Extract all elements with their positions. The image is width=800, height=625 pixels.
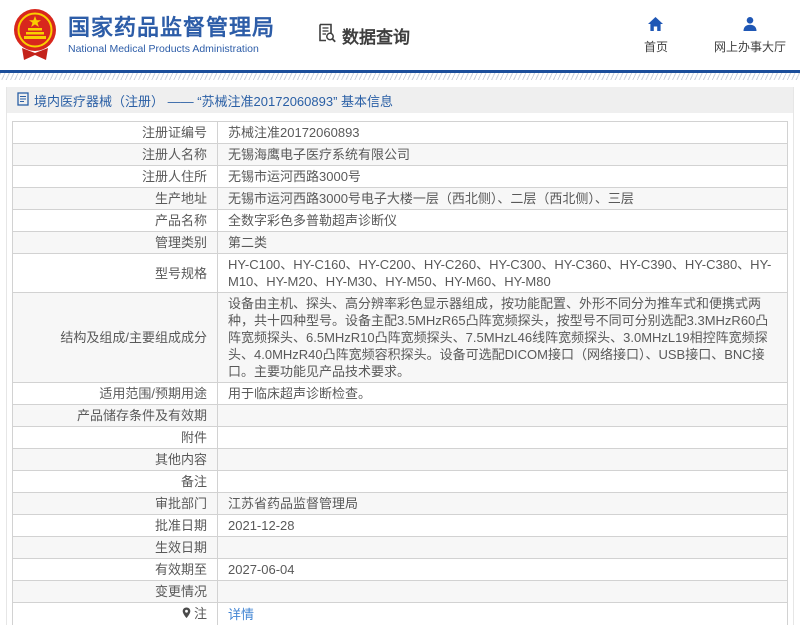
document-search-icon [317, 23, 337, 48]
breadcrumb: 境内医疗器械（注册） —— “苏械注准20172060893” 基本信息 [7, 87, 793, 113]
top-nav: 首页 网上办事大厅 [598, 15, 786, 55]
table-row: 结构及组成/主要组成成分设备由主机、探头、高分辨率彩色显示器组成，按功能配置、外… [13, 293, 788, 383]
table-row: 生效日期 [13, 537, 788, 559]
table-row: 管理类别第二类 [13, 232, 788, 254]
row-label: 附件 [13, 427, 218, 449]
table-row: 审批部门江苏省药品监督管理局 [13, 493, 788, 515]
row-value: HY-C100、HY-C160、HY-C200、HY-C260、HY-C300、… [218, 254, 788, 293]
table-row: 注册证编号苏械注准20172060893 [13, 122, 788, 144]
registration-info-table: 注册证编号苏械注准20172060893注册人名称无锡海鹰电子医疗系统有限公司注… [12, 121, 788, 625]
hatch-stripe [0, 73, 800, 80]
row-label: 有效期至 [13, 559, 218, 581]
row-label: 生效日期 [13, 537, 218, 559]
table-row: 注册人名称无锡海鹰电子医疗系统有限公司 [13, 144, 788, 166]
person-icon [742, 15, 758, 33]
row-label: 管理类别 [13, 232, 218, 254]
org-names: 国家药品监督管理局 National Medical Products Admi… [68, 15, 275, 55]
table-row: 附件 [13, 427, 788, 449]
main-content: 境内医疗器械（注册） —— “苏械注准20172060893” 基本信息 注册证… [6, 87, 794, 625]
table-row: 产品储存条件及有效期 [13, 405, 788, 427]
row-label: 变更情况 [13, 581, 218, 603]
row-value [218, 581, 788, 603]
row-value [218, 471, 788, 493]
row-label: 备注 [13, 471, 218, 493]
data-query-tab[interactable]: 数据查询 [317, 23, 410, 48]
table-row: 备注 [13, 471, 788, 493]
row-label: 产品名称 [13, 210, 218, 232]
row-value: 2021-12-28 [218, 515, 788, 537]
nav-service-hall-label: 网上办事大厅 [714, 38, 786, 55]
table-row: 适用范围/预期用途用于临床超声诊断检查。 [13, 383, 788, 405]
row-label: 其他内容 [13, 449, 218, 471]
row-label: 生产地址 [13, 188, 218, 210]
info-table-body: 注册证编号苏械注准20172060893注册人名称无锡海鹰电子医疗系统有限公司注… [13, 122, 788, 625]
nav-item-home[interactable]: 首页 [644, 15, 668, 55]
row-value [218, 405, 788, 427]
row-value: 第二类 [218, 232, 788, 254]
row-value: 全数字彩色多普勒超声诊断仪 [218, 210, 788, 232]
table-row: 其他内容 [13, 449, 788, 471]
row-value: 用于临床超声诊断检查。 [218, 383, 788, 405]
table-row: 批准日期2021-12-28 [13, 515, 788, 537]
row-value [218, 537, 788, 559]
nav-item-service-hall[interactable]: 网上办事大厅 [714, 15, 786, 55]
org-name-cn: 国家药品监督管理局 [68, 15, 275, 40]
row-value: 江苏省药品监督管理局 [218, 493, 788, 515]
breadcrumb-text: 境内医疗器械（注册） —— “苏械注准20172060893” 基本信息 [34, 91, 393, 110]
row-value: 无锡海鹰电子医疗系统有限公司 [218, 144, 788, 166]
row-label: 注册人名称 [13, 144, 218, 166]
home-icon [647, 15, 664, 33]
table-row: 型号规格HY-C100、HY-C160、HY-C200、HY-C260、HY-C… [13, 254, 788, 293]
table-row: 注册人住所无锡市运河西路3000号 [13, 166, 788, 188]
row-label: 审批部门 [13, 493, 218, 515]
row-label: 型号规格 [13, 254, 218, 293]
row-value: 设备由主机、探头、高分辨率彩色显示器组成，按功能配置、外形不同分为推车式和便携式… [218, 293, 788, 383]
row-value: 苏械注准20172060893 [218, 122, 788, 144]
data-query-label: 数据查询 [342, 23, 410, 48]
row-value: 详情 [218, 603, 788, 625]
details-link[interactable]: 详情 [228, 607, 254, 622]
row-label: 注册人住所 [13, 166, 218, 188]
header: 国家药品监督管理局 National Medical Products Admi… [0, 0, 800, 70]
row-value [218, 427, 788, 449]
table-row: 产品名称全数字彩色多普勒超声诊断仪 [13, 210, 788, 232]
row-label: 批准日期 [13, 515, 218, 537]
nmpa-emblem-logo [10, 8, 60, 62]
row-value: 无锡市运河西路3000号 [218, 166, 788, 188]
row-label: 结构及组成/主要组成成分 [13, 293, 218, 383]
row-label: 适用范围/预期用途 [13, 383, 218, 405]
org-name-en: National Medical Products Administration [68, 43, 275, 55]
table-row: 生产地址无锡市运河西路3000号电子大楼一层（西北侧）、二层（西北侧）、三层 [13, 188, 788, 210]
table-row: 有效期至2027-06-04 [13, 559, 788, 581]
table-row: 变更情况 [13, 581, 788, 603]
row-label: 注 [13, 603, 218, 625]
nav-home-label: 首页 [644, 38, 668, 55]
row-value: 2027-06-04 [218, 559, 788, 581]
row-value [218, 449, 788, 471]
row-label: 产品储存条件及有效期 [13, 405, 218, 427]
row-value: 无锡市运河西路3000号电子大楼一层（西北侧）、二层（西北侧）、三层 [218, 188, 788, 210]
document-icon [17, 92, 29, 109]
row-label: 注册证编号 [13, 122, 218, 144]
pin-icon [181, 606, 192, 623]
table-row: 注详情 [13, 603, 788, 625]
